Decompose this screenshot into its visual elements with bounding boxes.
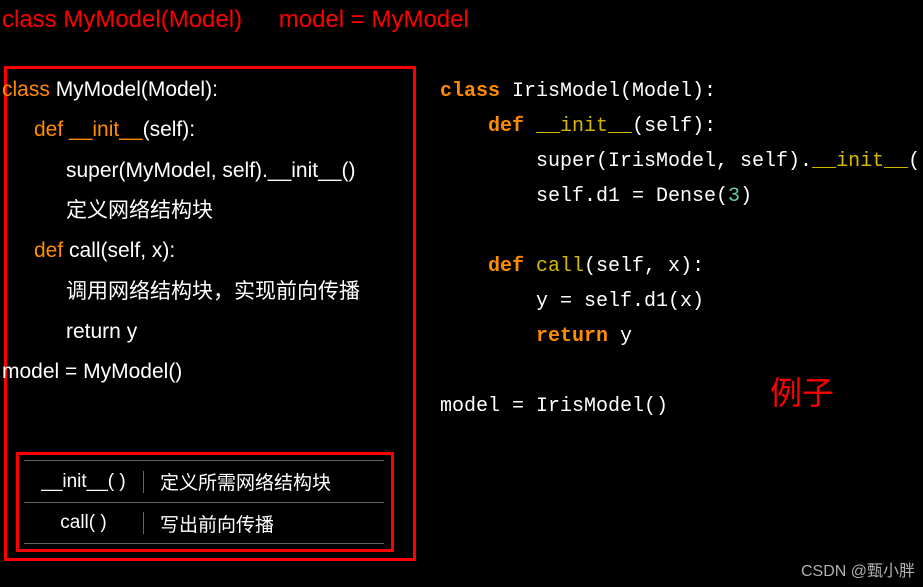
code-line: def call(self, x): <box>440 249 920 284</box>
left-code-block: class MyModel(Model): def __init__(self)… <box>2 70 422 393</box>
top-annotation: class MyModel(Model) model = MyModel <box>2 6 469 34</box>
code-line: return y <box>2 312 422 352</box>
code-line: model = MyModel() <box>2 352 422 392</box>
code-line: y = self.d1(x) <box>440 284 920 319</box>
csdn-watermark: CSDN @甄小胖 <box>801 557 915 581</box>
table-cell-desc: 写出前向传播 <box>144 510 384 537</box>
example-label: 例子 <box>770 368 834 414</box>
method-table: __init__( ) 定义所需网络结构块 call( ) 写出前向传播 <box>24 460 384 544</box>
table-cell-desc: 定义所需网络结构块 <box>144 468 384 495</box>
code-line: class IrisModel(Model): <box>440 74 920 109</box>
top-annotation-b: model = MyModel <box>279 6 469 33</box>
code-line: super(MyModel, self).__init__() <box>2 151 422 191</box>
code-line: class MyModel(Model): <box>2 70 422 110</box>
code-line: 定义网络结构块 <box>2 191 422 231</box>
code-line: self.d1 = Dense(3) <box>440 179 920 214</box>
code-line: def __init__(self): <box>2 110 422 150</box>
table-cell-method: __init__( ) <box>24 471 144 493</box>
code-line: def call(self, x): <box>2 231 422 271</box>
code-line: def __init__(self): <box>440 109 920 144</box>
code-line: return y <box>440 319 920 354</box>
code-line: super(IrisModel, self).__init__() <box>440 144 920 179</box>
table-row: __init__( ) 定义所需网络结构块 <box>24 460 384 502</box>
table-row: call( ) 写出前向传播 <box>24 502 384 544</box>
code-line <box>440 354 920 389</box>
table-cell-method: call( ) <box>24 512 144 534</box>
code-line <box>440 214 920 249</box>
code-line: model = IrisModel() <box>440 389 920 424</box>
top-annotation-a: class MyModel(Model) <box>2 6 242 33</box>
right-code-block: class IrisModel(Model): def __init__(sel… <box>440 74 920 424</box>
code-line: 调用网络结构块，实现前向传播 <box>2 272 422 312</box>
